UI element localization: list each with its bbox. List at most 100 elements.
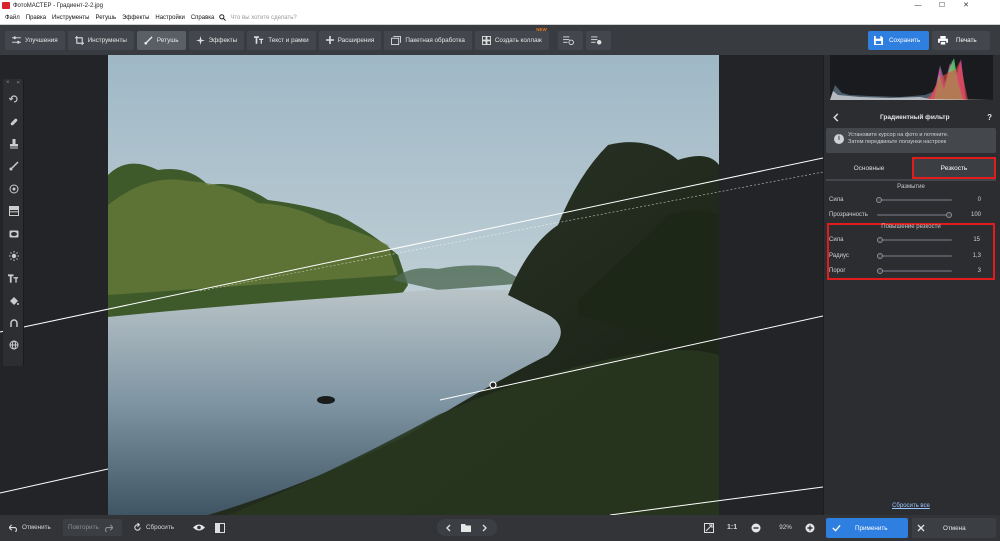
save-button[interactable]: Сохранить (868, 31, 929, 50)
brush-icon (9, 161, 19, 171)
blur-strength-slider[interactable] (876, 196, 952, 203)
tab-basic[interactable]: Основные (826, 158, 912, 179)
sharpen-radius-value[interactable]: 1,3 (952, 253, 981, 259)
blur-opacity-slider[interactable] (877, 211, 952, 218)
blur-strength-knob[interactable] (876, 196, 882, 203)
tool-brush[interactable] (3, 155, 24, 177)
zoom-in-button[interactable] (805, 519, 819, 536)
sharpen-strength-knob[interactable] (877, 236, 883, 243)
maximize-button[interactable]: ☐ (931, 0, 953, 11)
cancel-button[interactable]: Отмена (912, 518, 996, 538)
eye-icon (193, 524, 205, 531)
menu-file[interactable]: Файл (2, 11, 23, 25)
blur-strength-value[interactable]: 0 (952, 197, 981, 203)
zoom-out-button[interactable] (751, 519, 765, 536)
pin-icon[interactable]: « (17, 79, 20, 88)
minimize-button[interactable]: — (907, 0, 929, 11)
tab-enhancements[interactable]: Улучшения (5, 30, 65, 50)
redo-button[interactable]: Повторить (63, 519, 122, 536)
sharpen-threshold-knob[interactable] (877, 267, 883, 274)
menu-retouch[interactable]: Ретушь (92, 11, 119, 25)
brush-icon (144, 35, 153, 45)
tab-sharpness[interactable]: Резкость (912, 157, 996, 179)
tool-radial[interactable] (3, 178, 24, 200)
actual-size-button[interactable]: 1:1 (727, 519, 737, 536)
fit-screen-button[interactable] (704, 519, 718, 536)
sharpen-strength-slider[interactable] (877, 236, 952, 243)
undo-icon (9, 524, 17, 532)
menu-bar: Файл Правка Инструменты Ретушь Эффекты Н… (0, 11, 1000, 25)
command-search[interactable]: Что вы хотите сделать? (219, 14, 297, 21)
collapse-icon[interactable]: × (6, 79, 10, 88)
menu-settings[interactable]: Настройки (152, 11, 187, 25)
back-arrow-icon[interactable] (832, 113, 840, 122)
gradient-filter-icon (8, 206, 19, 217)
help-button[interactable]: ? (987, 113, 992, 122)
sharpen-threshold-value[interactable]: 3 (952, 268, 981, 274)
gradient-start-line[interactable] (0, 157, 823, 333)
undo-label: Отменить (22, 524, 51, 531)
text-icon (254, 36, 264, 44)
tab-retouch[interactable]: Ретушь (136, 30, 186, 50)
gradient-handle[interactable] (489, 381, 497, 389)
tab-batch[interactable]: Пакетная обработка (384, 30, 472, 50)
blur-opacity-knob[interactable] (946, 211, 952, 218)
tool-stamp[interactable] (3, 133, 24, 155)
gradient-center-line[interactable] (199, 171, 823, 292)
collage-icon (481, 35, 491, 45)
tab-extensions[interactable]: Расширения (318, 30, 382, 50)
tool-patch[interactable] (3, 110, 24, 132)
sharpen-radius-knob[interactable] (877, 252, 883, 259)
previous-image-button[interactable] (445, 519, 455, 536)
tool-heal[interactable] (3, 88, 24, 110)
tool-lasso[interactable] (3, 312, 24, 334)
tool-vignette[interactable] (3, 222, 24, 244)
open-folder-button[interactable] (461, 519, 475, 536)
sharpen-strength-row: Сила 15 (829, 234, 981, 246)
sharpen-threshold-slider[interactable] (877, 267, 952, 274)
gradient-end-line-left[interactable] (0, 468, 109, 494)
menu-effects[interactable]: Эффекты (119, 11, 152, 25)
gradient-end-line-right[interactable] (609, 486, 823, 515)
menu-tools[interactable]: Инструменты (49, 11, 92, 25)
tool-fill[interactable] (3, 290, 24, 312)
tool-gradient[interactable] (3, 200, 24, 222)
reset-all-link[interactable]: Сбросить все (826, 503, 996, 509)
preview-toggle[interactable] (193, 519, 209, 536)
new-badge: NEW (536, 26, 547, 32)
tab-collage[interactable]: Создать коллаж NEW (474, 27, 549, 50)
blur-section-title: Размытие (897, 184, 925, 190)
tool-light[interactable] (3, 245, 24, 267)
sharpen-radius-slider[interactable] (877, 252, 952, 259)
compare-toggle[interactable] (215, 519, 229, 536)
next-image-button[interactable] (482, 519, 492, 536)
gradient-direction-line[interactable] (439, 315, 823, 401)
lasso-icon (9, 319, 18, 328)
reset-button[interactable]: Сбросить (133, 519, 174, 536)
fit-screen-icon (704, 522, 714, 533)
tool-globe[interactable] (3, 334, 24, 356)
tab-tools[interactable]: Инструменты (67, 30, 134, 50)
menu-edit[interactable]: Правка (23, 11, 49, 25)
tab-text-frames[interactable]: Текст и рамки (247, 30, 316, 50)
hint-line-2: Затем передвиньте ползунки настроек (848, 139, 947, 145)
blur-opacity-value[interactable]: 100 (952, 212, 981, 218)
tab-effects[interactable]: Эффекты (188, 30, 245, 50)
menu-help[interactable]: Справка (188, 11, 218, 25)
list-view-button[interactable] (557, 30, 583, 50)
tool-strip-header: × « (3, 79, 23, 88)
sharpen-strength-value[interactable]: 15 (952, 237, 981, 243)
print-button[interactable]: Печать (932, 31, 990, 50)
close-window-button[interactable]: ✕ (955, 0, 977, 11)
cancel-label: Отмена (943, 524, 966, 532)
list-export-button[interactable] (585, 30, 611, 50)
zoom-level[interactable]: 92% (774, 519, 797, 536)
gradient-guides[interactable] (0, 55, 823, 515)
histogram-graph (830, 58, 993, 100)
search-icon (219, 14, 227, 21)
undo-button[interactable]: Отменить (9, 519, 51, 536)
tab-enhancements-label: Улучшения (25, 36, 58, 44)
tool-text[interactable] (3, 267, 24, 289)
apply-button[interactable]: Применить (826, 518, 908, 538)
main-toolbar: Улучшения Инструменты Ретушь Эффекты Тек… (0, 25, 1000, 55)
